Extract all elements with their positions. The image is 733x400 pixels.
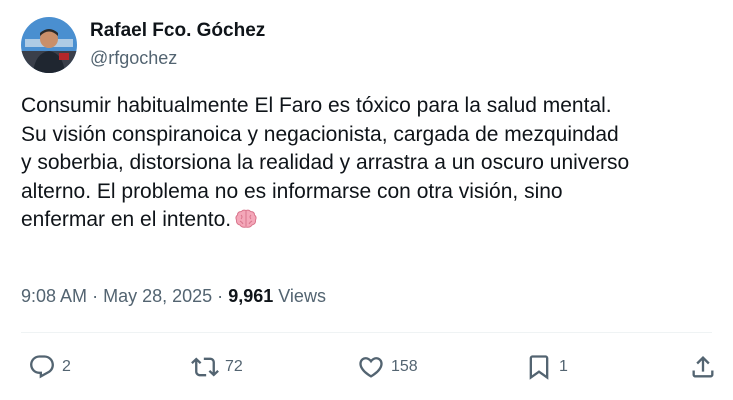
bookmark-icon bbox=[525, 353, 553, 381]
divider bbox=[21, 332, 712, 333]
heart-icon bbox=[357, 353, 385, 381]
tweet-text: Consumir habitualmente El Faro es tóxico… bbox=[21, 92, 726, 238]
tweet-text-line: Consumir habitualmente El Faro es tóxico… bbox=[21, 94, 612, 117]
share-icon bbox=[689, 353, 717, 381]
tweet-text-line: enfermar en el intento. bbox=[21, 208, 232, 232]
tweet-date[interactable]: May 28, 2025 bbox=[103, 286, 212, 306]
views-count: 9,961 bbox=[228, 286, 274, 306]
meta-separator: · bbox=[92, 286, 99, 306]
reply-button[interactable]: 2 bbox=[28, 350, 71, 384]
like-count: 158 bbox=[391, 358, 418, 375]
author-name[interactable]: Rafael Fco. Góchez bbox=[90, 20, 265, 42]
bookmark-count: 1 bbox=[559, 358, 568, 375]
avatar-photo bbox=[21, 17, 77, 73]
tweet-text-line: alterno. El problema no es informarse co… bbox=[21, 179, 563, 203]
author-handle[interactable]: @rfgochez bbox=[90, 47, 177, 69]
reply-icon bbox=[28, 353, 56, 381]
reply-count: 2 bbox=[62, 358, 71, 375]
avatar[interactable] bbox=[21, 17, 77, 73]
share-button[interactable] bbox=[689, 350, 717, 384]
brain-emoji bbox=[235, 209, 257, 238]
meta-separator: · bbox=[217, 286, 224, 306]
tweet-card: Rafael Fco. Góchez @rfgochez Consumir ha… bbox=[0, 0, 733, 400]
retweet-button[interactable]: 72 bbox=[191, 350, 243, 384]
tweet-text-last-line: enfermar en el intento. bbox=[21, 206, 726, 238]
views-label: Views bbox=[278, 286, 326, 306]
tweet-text-line: Su visión conspiranoica y negacionista, … bbox=[21, 122, 619, 146]
bookmark-button[interactable]: 1 bbox=[525, 350, 568, 384]
retweet-icon bbox=[191, 353, 219, 381]
like-button[interactable]: 158 bbox=[357, 350, 418, 384]
tweet-text-line: y soberbia, distorsiona la realidad y ar… bbox=[21, 151, 630, 175]
retweet-count: 72 bbox=[225, 358, 243, 375]
tweet-meta: 9:08 AM · May 28, 2025 · 9,961 Views bbox=[21, 284, 326, 308]
tweet-time[interactable]: 9:08 AM bbox=[21, 286, 87, 306]
